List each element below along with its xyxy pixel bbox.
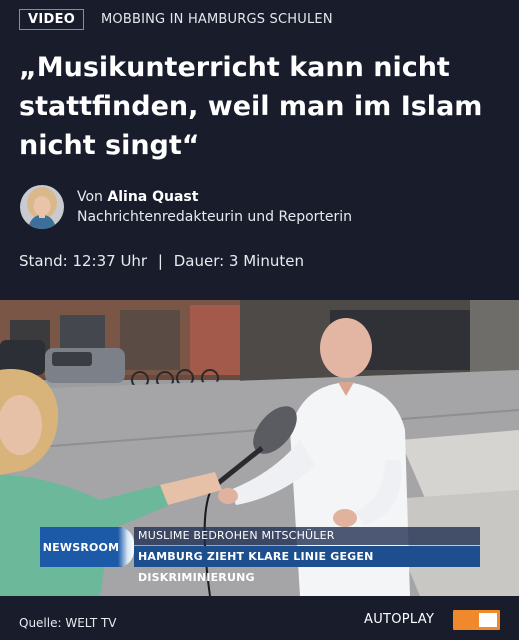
author-role: Nachrichtenredakteurin und Reporterin [77,209,353,225]
author-avatar[interactable] [20,185,64,229]
video-source: Quelle: WELT TV [19,616,117,630]
news-lower-third: NEWSROOM MUSLIME BEDROHEN MITSCHÜLER HAM… [40,527,480,584]
autoplay-toggle[interactable] [453,610,500,630]
duration: Dauer: 3 Minuten [173,252,304,270]
timestamp: Stand: 12:37 Uhr [19,252,148,270]
video-player[interactable]: NEWSROOM MUSLIME BEDROHEN MITSCHÜLER HAM… [0,300,519,596]
video-badge: VIDEO [19,9,85,30]
ticker-top: MUSLIME BEDROHEN MITSCHÜLER [134,527,480,545]
article-meta: Stand: 12:37 Uhr | Dauer: 3 Minuten [19,252,304,270]
article-header: VIDEO MOBBING IN HAMBURGS SCHULEN „Musik… [0,0,519,300]
headline: „Musikunterricht kann nicht stattfinden,… [19,52,483,161]
author-byline: Von Alina Quast [77,189,198,205]
autoplay-label: AUTOPLAY [364,612,435,627]
author-name[interactable]: Alina Quast [107,189,198,205]
meta-separator: | [157,252,163,270]
toggle-knob [479,613,497,627]
kicker[interactable]: MOBBING IN HAMBURGS SCHULEN [101,12,333,27]
author-prefix: Von [77,189,103,205]
newsroom-brand: NEWSROOM [40,527,122,567]
brand-swirl-icon [118,527,134,567]
ticker-bottom: HAMBURG ZIEHT KLARE LINIE GEGEN DISKRIMI… [134,546,480,584]
video-footer: Quelle: WELT TV AUTOPLAY [0,596,519,640]
